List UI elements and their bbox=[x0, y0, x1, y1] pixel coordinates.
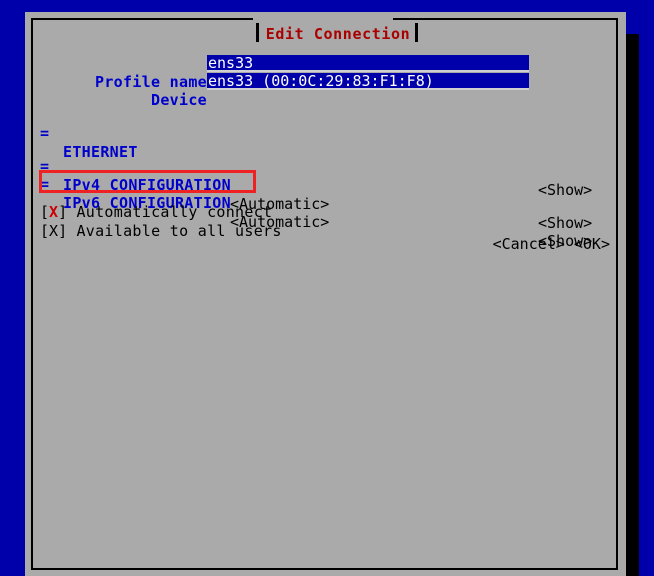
section-row-ipv6: = IPv6 CONFIGURATION <Automatic> <Show> bbox=[25, 156, 626, 250]
button-gap bbox=[565, 235, 574, 253]
profile-name-input[interactable]: ens33__________________________________ bbox=[207, 55, 529, 72]
checkbox-row-available-to-all-users[interactable]: [X] Available to all users bbox=[25, 203, 626, 240]
field-row-profile-name: Profile name ens33______________________… bbox=[25, 54, 626, 91]
ok-button[interactable]: <OK> bbox=[574, 235, 610, 253]
checkbox-row-automatically-connect[interactable]: [X] Automatically connect bbox=[25, 184, 626, 221]
device-input[interactable]: ens33 (00:0C:29:83:F1:F8)______________ bbox=[207, 73, 529, 90]
dialog-content: Profile name ens33______________________… bbox=[25, 12, 626, 576]
edit-connection-dialog: Edit Connection Profile name ens33______… bbox=[25, 12, 626, 576]
cancel-button[interactable]: <Cancel> bbox=[493, 235, 565, 253]
section-row-ipv4: = IPv4 CONFIGURATION <Automatic> <Show> bbox=[25, 138, 626, 232]
dialog-button-row: <Cancel> <OK> bbox=[25, 235, 626, 254]
section-row-ethernet: = ETHERNET <Show> bbox=[25, 105, 626, 199]
dialog-drop-shadow bbox=[626, 34, 639, 576]
field-row-device: Device ens33 (00:0C:29:83:F1:F8)________… bbox=[25, 72, 626, 109]
terminal-screen: Edit Connection Profile name ens33______… bbox=[0, 0, 654, 576]
